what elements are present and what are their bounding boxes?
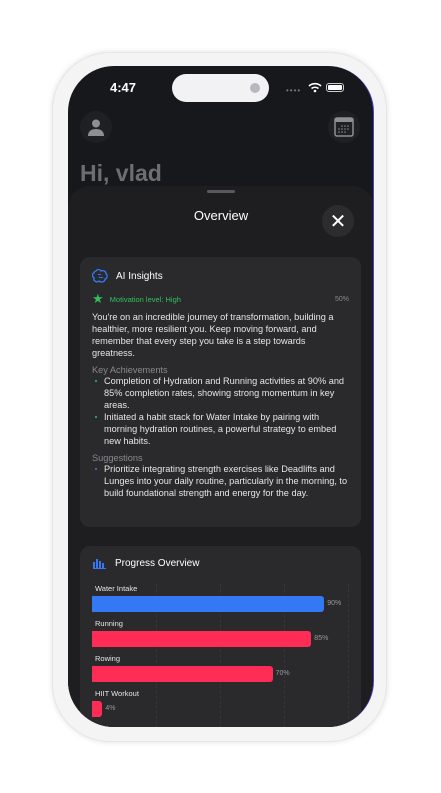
progress-label: Running — [95, 619, 123, 628]
progress-bar — [92, 596, 325, 612]
greeting-heading: Hi, vlad — [80, 160, 162, 186]
battery-icon — [326, 83, 344, 92]
progress-overview-title: Progress Overview — [115, 558, 200, 569]
star-icon: ★ — [92, 291, 104, 306]
motivation-percent: 50% — [334, 295, 349, 303]
user-icon — [88, 119, 104, 136]
wifi-icon — [308, 82, 322, 93]
progress-value: 4% — [105, 705, 116, 712]
motivation-label: Motivation level: High — [109, 294, 181, 304]
achievement-item: Completion of Hydration and Running acti… — [92, 375, 349, 411]
calendar-button[interactable] — [328, 111, 360, 143]
grid-line — [348, 584, 349, 727]
signal-icon: •••• — [286, 86, 302, 95]
progress-value: 85% — [314, 635, 329, 642]
close-icon: ✕ — [329, 210, 347, 233]
suggestion-item: Prioritize integrating strength exercise… — [92, 463, 349, 499]
achievement-item: Initiated a habit stack for Water Intake… — [92, 411, 349, 447]
progress-label: Rowing — [95, 654, 121, 663]
close-button[interactable]: ✕ — [322, 205, 354, 237]
brain-icon — [92, 269, 108, 283]
overview-sheet: Overview ✕ AI Insights ★ Motivation leve… — [68, 186, 373, 727]
motivation-message: You're on an incredible journey of trans… — [92, 312, 334, 358]
bar-chart-icon — [93, 559, 106, 569]
progress-bar — [92, 631, 312, 647]
progress-overview-card: Progress Overview Water Intake 90% Runnin… — [80, 546, 361, 727]
status-time: 4:47 — [110, 80, 137, 95]
progress-label: HIIT Workout — [95, 689, 139, 698]
progress-bar — [92, 701, 103, 717]
progress-value: 70% — [275, 670, 290, 677]
suggestions-heading: Suggestions — [92, 453, 143, 463]
progress-bar — [92, 666, 273, 682]
profile-button[interactable] — [80, 111, 112, 143]
ai-insights-title: AI Insights — [116, 270, 163, 282]
progress-label: Water Intake — [95, 584, 138, 593]
camera-icon — [250, 83, 260, 93]
achievements-heading: Key Achievements — [92, 365, 168, 375]
sheet-drag-handle[interactable] — [207, 190, 235, 193]
ai-insights-card: AI Insights ★ Motivation level: High 50%… — [80, 257, 361, 527]
progress-value: 90% — [327, 600, 342, 607]
calendar-icon — [334, 117, 354, 137]
phone-screen: 4:47 •••• Hi, vlad Overview ✕ AI Insight… — [68, 66, 374, 727]
